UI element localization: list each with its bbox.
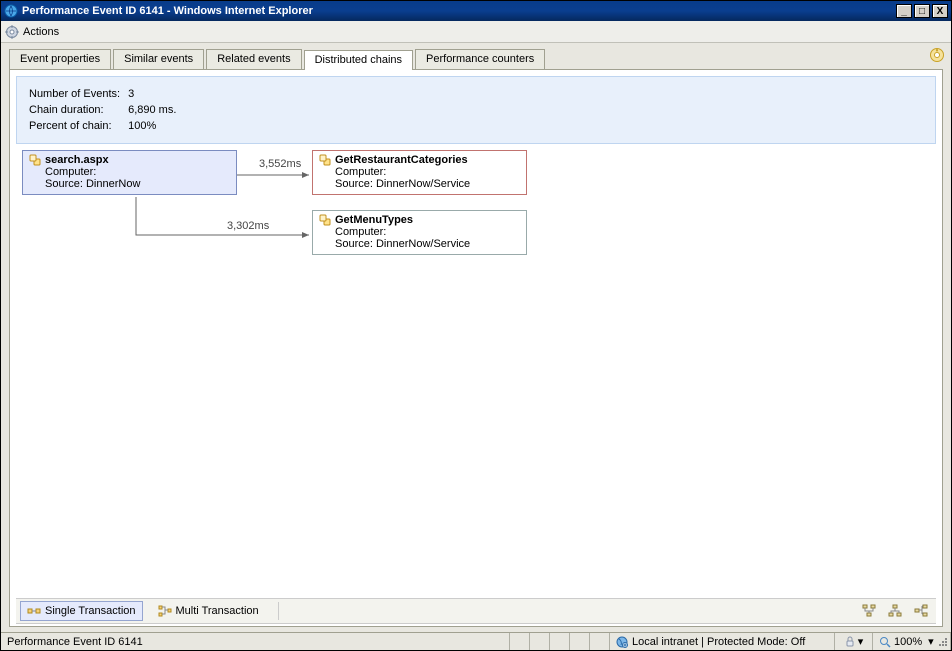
single-trans-icon xyxy=(27,604,41,618)
status-spacer xyxy=(550,633,570,650)
edge-label-2: 3,302ms xyxy=(227,220,269,232)
event-icon xyxy=(319,154,331,166)
node-title: search.aspx xyxy=(45,154,109,166)
node-title: GetMenuTypes xyxy=(335,214,413,226)
node-computer-label: Computer: xyxy=(335,166,386,178)
node-title: GetRestaurantCategories xyxy=(335,154,468,166)
summary-panel: Number of Events: 3 Chain duration: 6,89… xyxy=(16,76,936,144)
node-computer-label: Computer: xyxy=(335,226,386,238)
event-icon xyxy=(319,214,331,226)
multi-transaction-label: Multi Transaction xyxy=(176,605,259,617)
node-source-value: DinnerNow/Service xyxy=(376,178,470,190)
gear-icon xyxy=(5,25,19,39)
actions-label[interactable]: Actions xyxy=(23,26,59,38)
status-spacer xyxy=(510,633,530,650)
title-bar: Performance Event ID 6141 - Windows Inte… xyxy=(1,1,951,21)
node-source-label: Source: xyxy=(45,178,83,190)
actions-bar: Actions xyxy=(1,21,951,43)
chain-duration-value: 6,890 ms. xyxy=(128,103,182,117)
multi-trans-icon xyxy=(158,604,172,618)
status-zone-text: Local intranet | Protected Mode: Off xyxy=(632,636,805,648)
node-source-label: Source: xyxy=(335,238,373,250)
minimize-button[interactable]: _ xyxy=(896,4,912,18)
status-bar: Performance Event ID 6141 Local intranet… xyxy=(1,632,951,650)
node-source-value: DinnerNow/Service xyxy=(376,238,470,250)
num-events-value: 3 xyxy=(128,87,182,101)
tree-icon-2[interactable] xyxy=(888,604,902,618)
tab-related-events[interactable]: Related events xyxy=(206,49,301,69)
tab-similar-events[interactable]: Similar events xyxy=(113,49,204,69)
node-source-label: Source: xyxy=(335,178,373,190)
event-icon xyxy=(29,154,41,166)
maximize-button[interactable]: □ xyxy=(914,4,930,18)
close-button[interactable]: X xyxy=(932,4,948,18)
chain-node-getmenutypes[interactable]: GetMenuTypes Computer: Source: DinnerNow… xyxy=(312,210,527,255)
status-page: Performance Event ID 6141 xyxy=(1,633,510,650)
tab-performance-counters[interactable]: Performance counters xyxy=(415,49,545,69)
num-events-label: Number of Events: xyxy=(29,87,126,101)
single-transaction-button[interactable]: Single Transaction xyxy=(20,601,143,621)
single-transaction-label: Single Transaction xyxy=(45,605,136,617)
tree-icon-3[interactable] xyxy=(914,604,928,618)
ie-icon xyxy=(4,4,18,18)
chain-node-getrestaurantcategories[interactable]: GetRestaurantCategories Computer: Source… xyxy=(312,150,527,195)
multi-transaction-button[interactable]: Multi Transaction xyxy=(151,601,266,621)
tab-event-properties[interactable]: Event properties xyxy=(9,49,111,69)
status-spacer xyxy=(570,633,590,650)
window-title: Performance Event ID 6141 - Windows Inte… xyxy=(22,5,313,17)
tab-strip: Event properties Similar events Related … xyxy=(9,49,943,69)
chain-node-root[interactable]: search.aspx Computer: Source: DinnerNow xyxy=(22,150,237,195)
zoom-value: 100% xyxy=(894,636,922,648)
node-source-value: DinnerNow xyxy=(86,178,140,190)
tab-distributed-chains[interactable]: Distributed chains xyxy=(304,50,413,70)
zoom-icon xyxy=(879,636,891,648)
node-computer-label: Computer: xyxy=(45,166,96,178)
tab-container: Event properties Similar events Related … xyxy=(1,43,951,632)
security-indicator[interactable]: ▾ xyxy=(835,633,873,650)
status-zone: Local intranet | Protected Mode: Off xyxy=(610,633,835,650)
percent-of-chain-label: Percent of chain: xyxy=(29,119,126,133)
help-icon[interactable] xyxy=(929,47,945,66)
chain-diagram[interactable]: 3,552ms 3,302ms search.aspx Computer: So… xyxy=(16,146,936,594)
edge-label-1: 3,552ms xyxy=(259,158,301,170)
status-spacer xyxy=(530,633,550,650)
view-toolbar: Single Transaction Multi Transaction xyxy=(16,598,936,624)
chain-duration-label: Chain duration: xyxy=(29,103,126,117)
tab-content: Number of Events: 3 Chain duration: 6,89… xyxy=(9,69,943,627)
status-spacer xyxy=(590,633,610,650)
toolbar-separator xyxy=(278,602,279,620)
percent-of-chain-value: 100% xyxy=(128,119,182,133)
resize-grip[interactable] xyxy=(937,636,949,648)
globe-icon xyxy=(616,636,628,648)
tree-icon-1[interactable] xyxy=(862,604,876,618)
